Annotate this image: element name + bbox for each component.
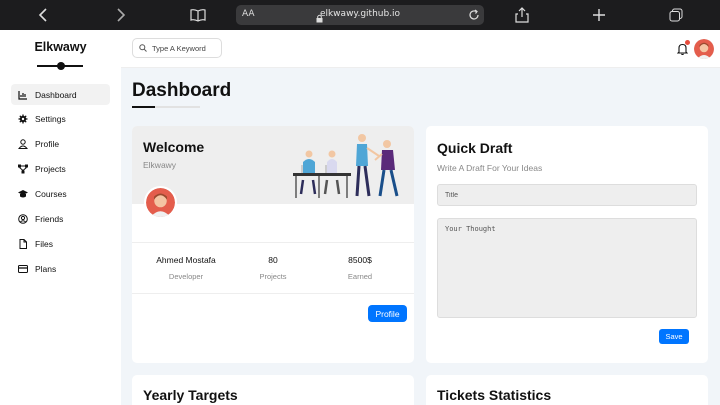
draft-title-input[interactable] bbox=[437, 184, 697, 206]
stats-divider bbox=[132, 242, 414, 243]
sidebar-item-label: Files bbox=[35, 238, 53, 249]
back-icon[interactable] bbox=[34, 5, 54, 25]
profile-button[interactable]: Profile bbox=[368, 305, 407, 322]
forward-icon[interactable] bbox=[110, 5, 130, 25]
stat-name: Ahmed Mostafa Developer bbox=[139, 255, 233, 281]
draft-body-textarea[interactable] bbox=[437, 218, 697, 318]
page-title: Dashboard bbox=[132, 80, 232, 101]
quick-draft-card: Quick Draft Write A Draft For Your Ideas… bbox=[426, 126, 708, 363]
sidebar: Elkwawy Dashboard Settings Profile Proje bbox=[0, 30, 121, 405]
stat-value: 8500$ bbox=[348, 255, 372, 265]
sidebar-item-label: Plans bbox=[35, 263, 57, 274]
gear-icon bbox=[18, 114, 28, 124]
sidebar-item-label: Courses bbox=[35, 189, 67, 200]
stat-label: Earned bbox=[347, 272, 373, 281]
user-circle-icon bbox=[18, 214, 28, 224]
welcome-subtitle: Elkwawy bbox=[143, 160, 177, 170]
draft-title: Quick Draft bbox=[437, 140, 513, 156]
welcome-title: Welcome bbox=[143, 139, 205, 155]
search-icon bbox=[139, 44, 147, 52]
brand-title: Elkwawy bbox=[34, 40, 87, 54]
sidebar-item-settings[interactable]: Settings bbox=[11, 109, 110, 130]
search-box[interactable] bbox=[132, 38, 222, 58]
user-icon bbox=[18, 139, 28, 150]
sidebar-item-friends[interactable]: Friends bbox=[11, 208, 110, 229]
url-text: elkwawy.github.io bbox=[319, 9, 401, 19]
welcome-avatar bbox=[144, 186, 177, 219]
sidebar-item-projects[interactable]: Projects bbox=[11, 159, 110, 180]
graduation-cap-icon bbox=[18, 189, 28, 199]
stat-label: Projects bbox=[259, 272, 287, 281]
avatar[interactable] bbox=[694, 39, 714, 59]
title-underline bbox=[132, 106, 155, 108]
sidebar-item-label: Friends bbox=[35, 213, 64, 224]
sidebar-item-plans[interactable]: Plans bbox=[11, 258, 110, 279]
stat-value: 80 bbox=[268, 255, 278, 265]
stats-divider bbox=[132, 293, 414, 294]
stat-projects: 80 Projects bbox=[226, 255, 320, 281]
credit-card-icon bbox=[18, 264, 28, 274]
new-tab-icon[interactable] bbox=[589, 5, 609, 25]
address-bar[interactable]: AA elkwawy.github.io bbox=[236, 5, 484, 25]
chart-icon bbox=[18, 90, 28, 100]
draft-subtitle: Write A Draft For Your Ideas bbox=[437, 163, 543, 173]
share-icon[interactable] bbox=[512, 5, 532, 25]
team-illustration bbox=[293, 134, 399, 198]
sidebar-item-label: Projects bbox=[35, 164, 66, 175]
tickets-statistics-title: Tickets Statistics bbox=[437, 387, 552, 403]
stat-value: Ahmed Mostafa bbox=[156, 255, 216, 265]
search-input[interactable] bbox=[152, 43, 220, 53]
yearly-targets-card: Yearly Targets bbox=[132, 375, 414, 405]
sidebar-item-dashboard[interactable]: Dashboard bbox=[11, 84, 110, 105]
sidebar-item-profile[interactable]: Profile bbox=[11, 134, 110, 155]
sidebar-item-files[interactable]: Files bbox=[11, 233, 110, 254]
tabs-icon[interactable] bbox=[666, 5, 686, 25]
reload-icon[interactable] bbox=[468, 8, 480, 26]
file-icon bbox=[18, 238, 28, 249]
diagram-icon bbox=[18, 164, 28, 174]
yearly-targets-title: Yearly Targets bbox=[143, 387, 238, 403]
book-icon[interactable] bbox=[188, 5, 208, 25]
sidebar-nav: Dashboard Settings Profile Projects Cour… bbox=[11, 84, 110, 283]
sidebar-item-label: Settings bbox=[35, 114, 66, 125]
top-header bbox=[121, 30, 720, 68]
browser-toolbar: AA elkwawy.github.io bbox=[0, 0, 720, 30]
notification-dot bbox=[685, 40, 690, 45]
brand-divider-dot bbox=[57, 62, 65, 70]
save-button[interactable]: Save bbox=[659, 329, 689, 344]
tickets-statistics-card: Tickets Statistics bbox=[426, 375, 708, 405]
sidebar-item-courses[interactable]: Courses bbox=[11, 184, 110, 205]
stat-label: Developer bbox=[168, 272, 204, 281]
welcome-card: Welcome Elkwawy Ahmed Mostafa Developer … bbox=[132, 126, 414, 363]
stat-earned: 8500$ Earned bbox=[313, 255, 407, 281]
sidebar-item-label: Profile bbox=[35, 139, 60, 150]
welcome-banner: Welcome Elkwawy bbox=[132, 126, 414, 204]
sidebar-item-label: Dashboard bbox=[35, 89, 77, 100]
